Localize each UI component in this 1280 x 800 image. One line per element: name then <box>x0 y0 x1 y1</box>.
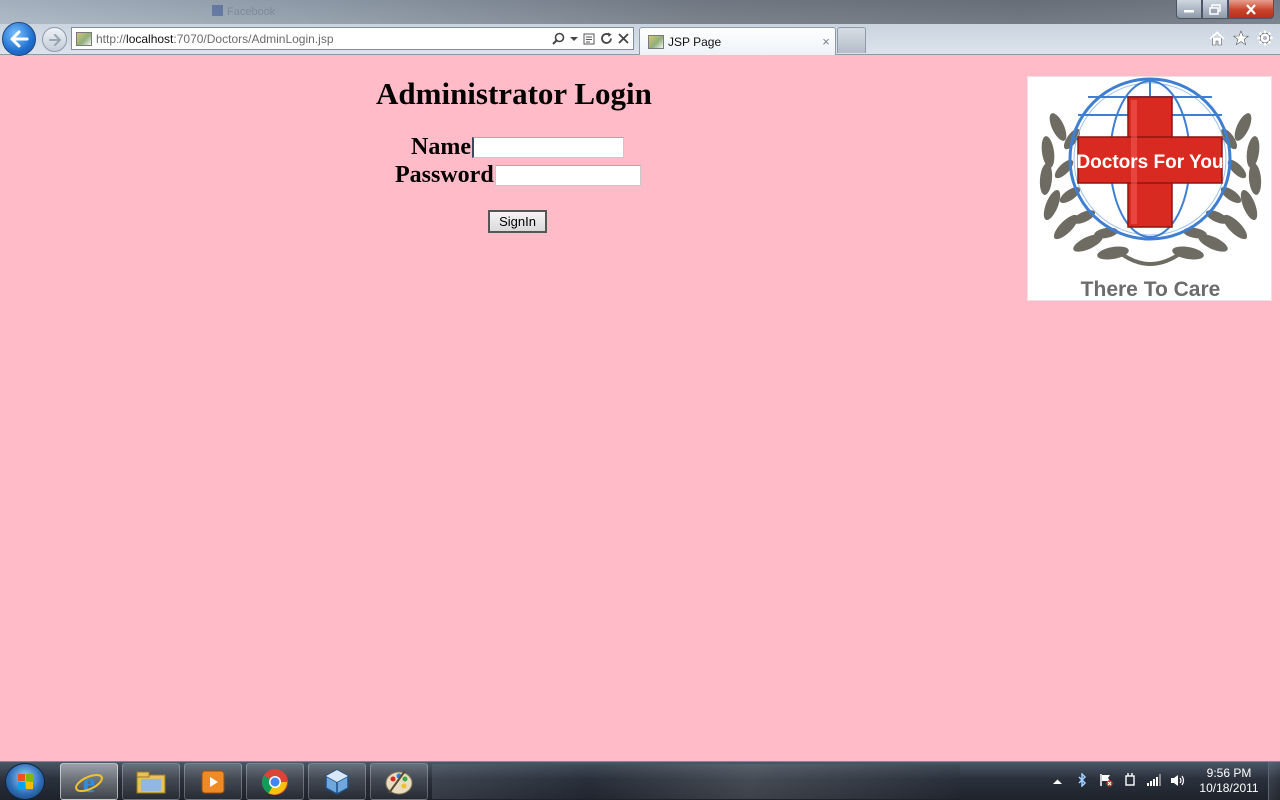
paint-palette-icon <box>385 769 413 794</box>
chevron-down-icon[interactable] <box>570 36 578 42</box>
taskbar-chrome[interactable] <box>246 763 304 800</box>
logo-tagline: There To Care <box>1080 278 1221 301</box>
name-input[interactable] <box>471 137 624 158</box>
laurel-left <box>1039 113 1129 260</box>
system-tray <box>1050 762 1185 800</box>
chevron-up-icon <box>1053 779 1062 784</box>
page-favicon-icon <box>76 31 92 46</box>
power-plug-icon <box>1124 773 1135 786</box>
gear-icon <box>1257 30 1273 46</box>
volume-tray-icon[interactable] <box>1170 774 1185 790</box>
signal-bars-icon <box>1146 774 1161 786</box>
toolbar-icons <box>1208 28 1274 48</box>
home-icon <box>1209 30 1225 45</box>
stop-icon[interactable] <box>618 33 629 44</box>
taskbar-internet-explorer[interactable]: e <box>60 763 118 800</box>
windows-taskbar: e 9:56 PM 10/18/2011 <box>0 761 1280 800</box>
minimize-button[interactable] <box>1176 0 1202 19</box>
close-icon <box>1246 3 1256 15</box>
url-prefix: http:// <box>96 31 127 46</box>
taskbar-windows-explorer[interactable] <box>122 763 180 800</box>
forward-button[interactable] <box>42 27 67 52</box>
bluetooth-tray-icon[interactable] <box>1074 772 1089 790</box>
search-icon[interactable] <box>552 32 565 45</box>
address-bar[interactable]: http://localhost:7070/Doctors/AdminLogin… <box>71 27 634 50</box>
power-tray-icon[interactable] <box>1122 773 1137 790</box>
back-arrow-icon <box>10 30 29 48</box>
star-icon <box>1233 30 1249 46</box>
virtualbox-icon <box>325 768 349 795</box>
address-bar-icons <box>552 32 633 45</box>
taskbar-media-player[interactable] <box>184 763 242 800</box>
new-tab-button[interactable] <box>837 27 866 53</box>
restore-icon <box>1209 3 1221 15</box>
system-clock[interactable]: 9:56 PM 10/18/2011 <box>1190 766 1268 796</box>
media-player-icon <box>201 770 225 793</box>
refresh-icon[interactable] <box>600 32 613 45</box>
signin-button[interactable]: SignIn <box>488 210 547 233</box>
clock-date: 10/18/2011 <box>1199 781 1259 795</box>
restore-button[interactable] <box>1202 0 1228 19</box>
forward-arrow-icon <box>48 33 61 46</box>
chrome-icon <box>262 768 288 795</box>
doctors-for-you-logo: Doctors For You There To Care <box>1027 76 1272 301</box>
show-desktop-button[interactable] <box>1268 762 1280 800</box>
url-host: localhost <box>126 31 174 46</box>
logo-brand-text: Doctors For You <box>1076 152 1223 173</box>
speaker-icon <box>1171 774 1185 786</box>
favorites-button[interactable] <box>1232 28 1250 48</box>
url-path: :7070/Doctors/AdminLogin.jsp <box>173 31 334 46</box>
window-controls <box>1176 0 1274 19</box>
browser-chrome: Facebook http://localhost:7070/Doctors/A… <box>0 0 1280 56</box>
laurel-right <box>1172 113 1262 260</box>
folder-icon <box>136 771 166 793</box>
tab-close-button[interactable]: × <box>817 34 835 49</box>
background-tab-2[interactable]: Facebook <box>212 3 362 21</box>
home-button[interactable] <box>1208 28 1226 48</box>
back-button[interactable] <box>2 22 36 56</box>
facebook-icon <box>212 5 223 16</box>
background-tab-1[interactable] <box>16 3 196 21</box>
background-tab-2-label: Facebook <box>227 6 276 18</box>
compatibility-view-icon[interactable] <box>583 32 595 45</box>
tab-favicon-icon <box>648 34 664 49</box>
page-content: Administrator Login Name Password SignIn <box>0 56 1280 761</box>
windows-logo-icon <box>18 774 33 789</box>
network-tray-icon[interactable] <box>1146 774 1161 789</box>
name-label: Name <box>411 134 471 160</box>
name-row: Name <box>411 134 624 161</box>
password-input[interactable] <box>494 165 641 186</box>
clock-time: 9:56 PM <box>1206 766 1252 780</box>
taskbar-paint[interactable] <box>370 763 428 800</box>
tab-jsp-page[interactable]: JSP Page × <box>639 27 836 55</box>
svg-text:e: e <box>83 768 95 796</box>
settings-button[interactable] <box>1256 28 1274 48</box>
logo-emblem: Doctors For You <box>1039 77 1262 266</box>
start-button[interactable] <box>5 763 45 800</box>
taskbar-peek-area <box>432 764 960 799</box>
password-label: Password <box>395 162 494 188</box>
action-center-tray-icon[interactable] <box>1098 773 1113 790</box>
internet-explorer-icon: e <box>75 768 103 796</box>
flag-icon <box>1099 774 1113 787</box>
bluetooth-icon <box>1077 772 1086 788</box>
taskbar-virtualbox[interactable] <box>308 763 366 800</box>
password-row: Password <box>395 162 641 189</box>
url-text[interactable]: http://localhost:7070/Doctors/AdminLogin… <box>96 32 552 46</box>
minimize-icon <box>1184 10 1194 13</box>
close-window-button[interactable] <box>1228 0 1274 19</box>
page-title: Administrator Login <box>376 76 652 111</box>
show-hidden-icons-button[interactable] <box>1050 776 1065 788</box>
tab-title: JSP Page <box>668 34 722 49</box>
